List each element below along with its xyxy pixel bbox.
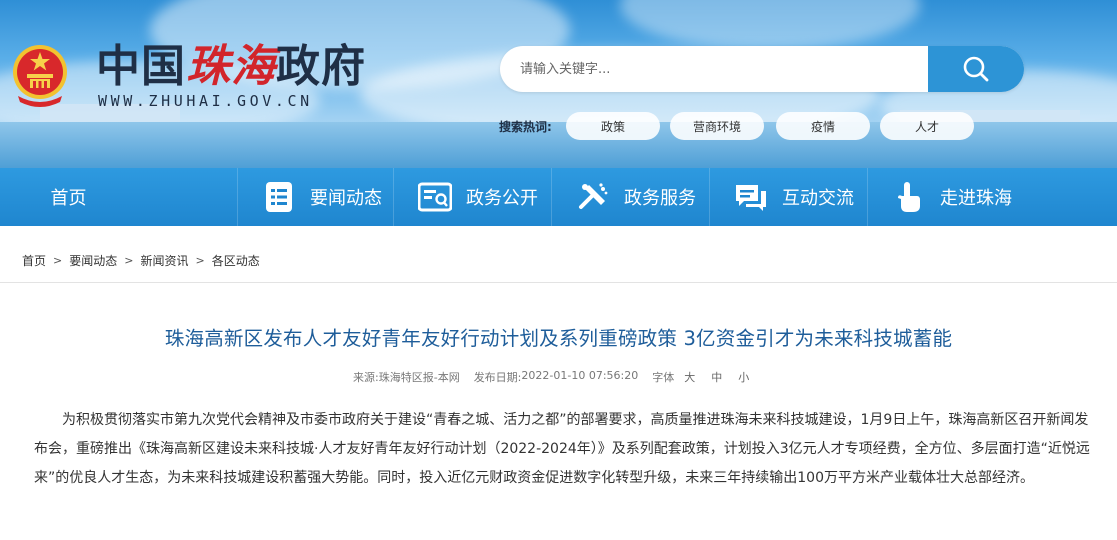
breadcrumb-separator-icon: >: [53, 254, 63, 267]
date-value: 2022-01-10 07:56:20: [521, 369, 639, 382]
source-value: 珠海特区报-本网: [378, 371, 460, 384]
search-icon: [963, 56, 989, 82]
cloud-decoration: [620, 0, 920, 50]
nav-item-home[interactable]: 首页: [0, 168, 238, 226]
font-size-small-button[interactable]: 小: [738, 369, 749, 385]
nav-item-gov-open[interactable]: 政务公开: [394, 168, 552, 226]
search-box: [500, 46, 1024, 92]
breadcrumb-item[interactable]: 要闻动态: [69, 252, 117, 269]
font-size-label: 字体: [652, 371, 675, 384]
nav-item-label: 政务服务: [624, 188, 696, 209]
search-button[interactable]: [928, 46, 1024, 92]
nav-item-interaction[interactable]: 互动交流: [710, 168, 868, 226]
main-nav: 首页 要闻动态 政务公开 政务服务 互动交流 走进珠海: [0, 168, 1117, 226]
divider: [0, 282, 1117, 283]
document-icon: [418, 180, 452, 214]
hot-tag[interactable]: 人才: [880, 112, 974, 140]
search-input[interactable]: [500, 46, 928, 92]
article-body: 为积极贯彻落实市第九次党代会精神及市委市政府关于建设“青春之城、活力之都”的部署…: [34, 412, 1090, 486]
hot-search-label: 搜索热词:: [499, 120, 552, 134]
breadcrumb: 首页 > 要闻动态 > 新闻资讯 > 各区动态: [22, 252, 260, 269]
nav-item-label: 互动交流: [782, 188, 854, 209]
source-label: 来源:: [353, 371, 379, 384]
breadcrumb-item[interactable]: 首页: [22, 252, 46, 269]
font-size-medium-button[interactable]: 中: [711, 369, 722, 385]
hot-tag[interactable]: 政策: [566, 112, 660, 140]
breadcrumb-separator-icon: >: [124, 254, 134, 267]
date-label: 发布日期:: [473, 371, 522, 384]
logo-suffix: 政府: [276, 41, 366, 92]
breadcrumb-item[interactable]: 各区动态: [212, 252, 260, 269]
article-meta: 来源: 珠海特区报-本网 发布日期: 2022-01-10 07:56:20 字…: [353, 369, 749, 385]
site-logo[interactable]: 中国珠海政府: [96, 42, 366, 92]
hand-pointer-icon: [892, 180, 926, 214]
breadcrumb-item[interactable]: 新闻资讯: [140, 252, 188, 269]
nav-item-label: 首页: [50, 188, 87, 209]
nav-item-label: 要闻动态: [310, 188, 382, 209]
site-header: 中国珠海政府 WWW.ZHUHAI.GOV.CN 搜索热词: 政策 营商环境 疫…: [0, 0, 1117, 168]
nav-item-zhuhai[interactable]: 走进珠海: [868, 168, 1117, 226]
font-size-large-button[interactable]: 大: [684, 369, 695, 385]
news-list-icon: [262, 180, 296, 214]
chat-icon: [734, 180, 768, 214]
nav-item-label: 走进珠海: [940, 188, 1012, 209]
nav-item-label: 政务公开: [466, 188, 538, 209]
hot-tag[interactable]: 营商环境: [670, 112, 764, 140]
nav-item-news[interactable]: 要闻动态: [238, 168, 394, 226]
breadcrumb-separator-icon: >: [195, 254, 205, 267]
logo-prefix: 中国: [96, 41, 186, 92]
article-title: 珠海高新区发布人才友好青年友好行动计划及系列重磅政策 3亿资金引才为未来科技城蓄…: [164, 327, 953, 350]
national-emblem-icon: [13, 45, 67, 107]
tools-icon: [576, 180, 610, 214]
nav-item-gov-service[interactable]: 政务服务: [552, 168, 710, 226]
hot-tag[interactable]: 疫情: [776, 112, 870, 140]
logo-calligraphy: 珠海: [186, 41, 276, 92]
site-url: WWW.ZHUHAI.GOV.CN: [98, 92, 313, 110]
